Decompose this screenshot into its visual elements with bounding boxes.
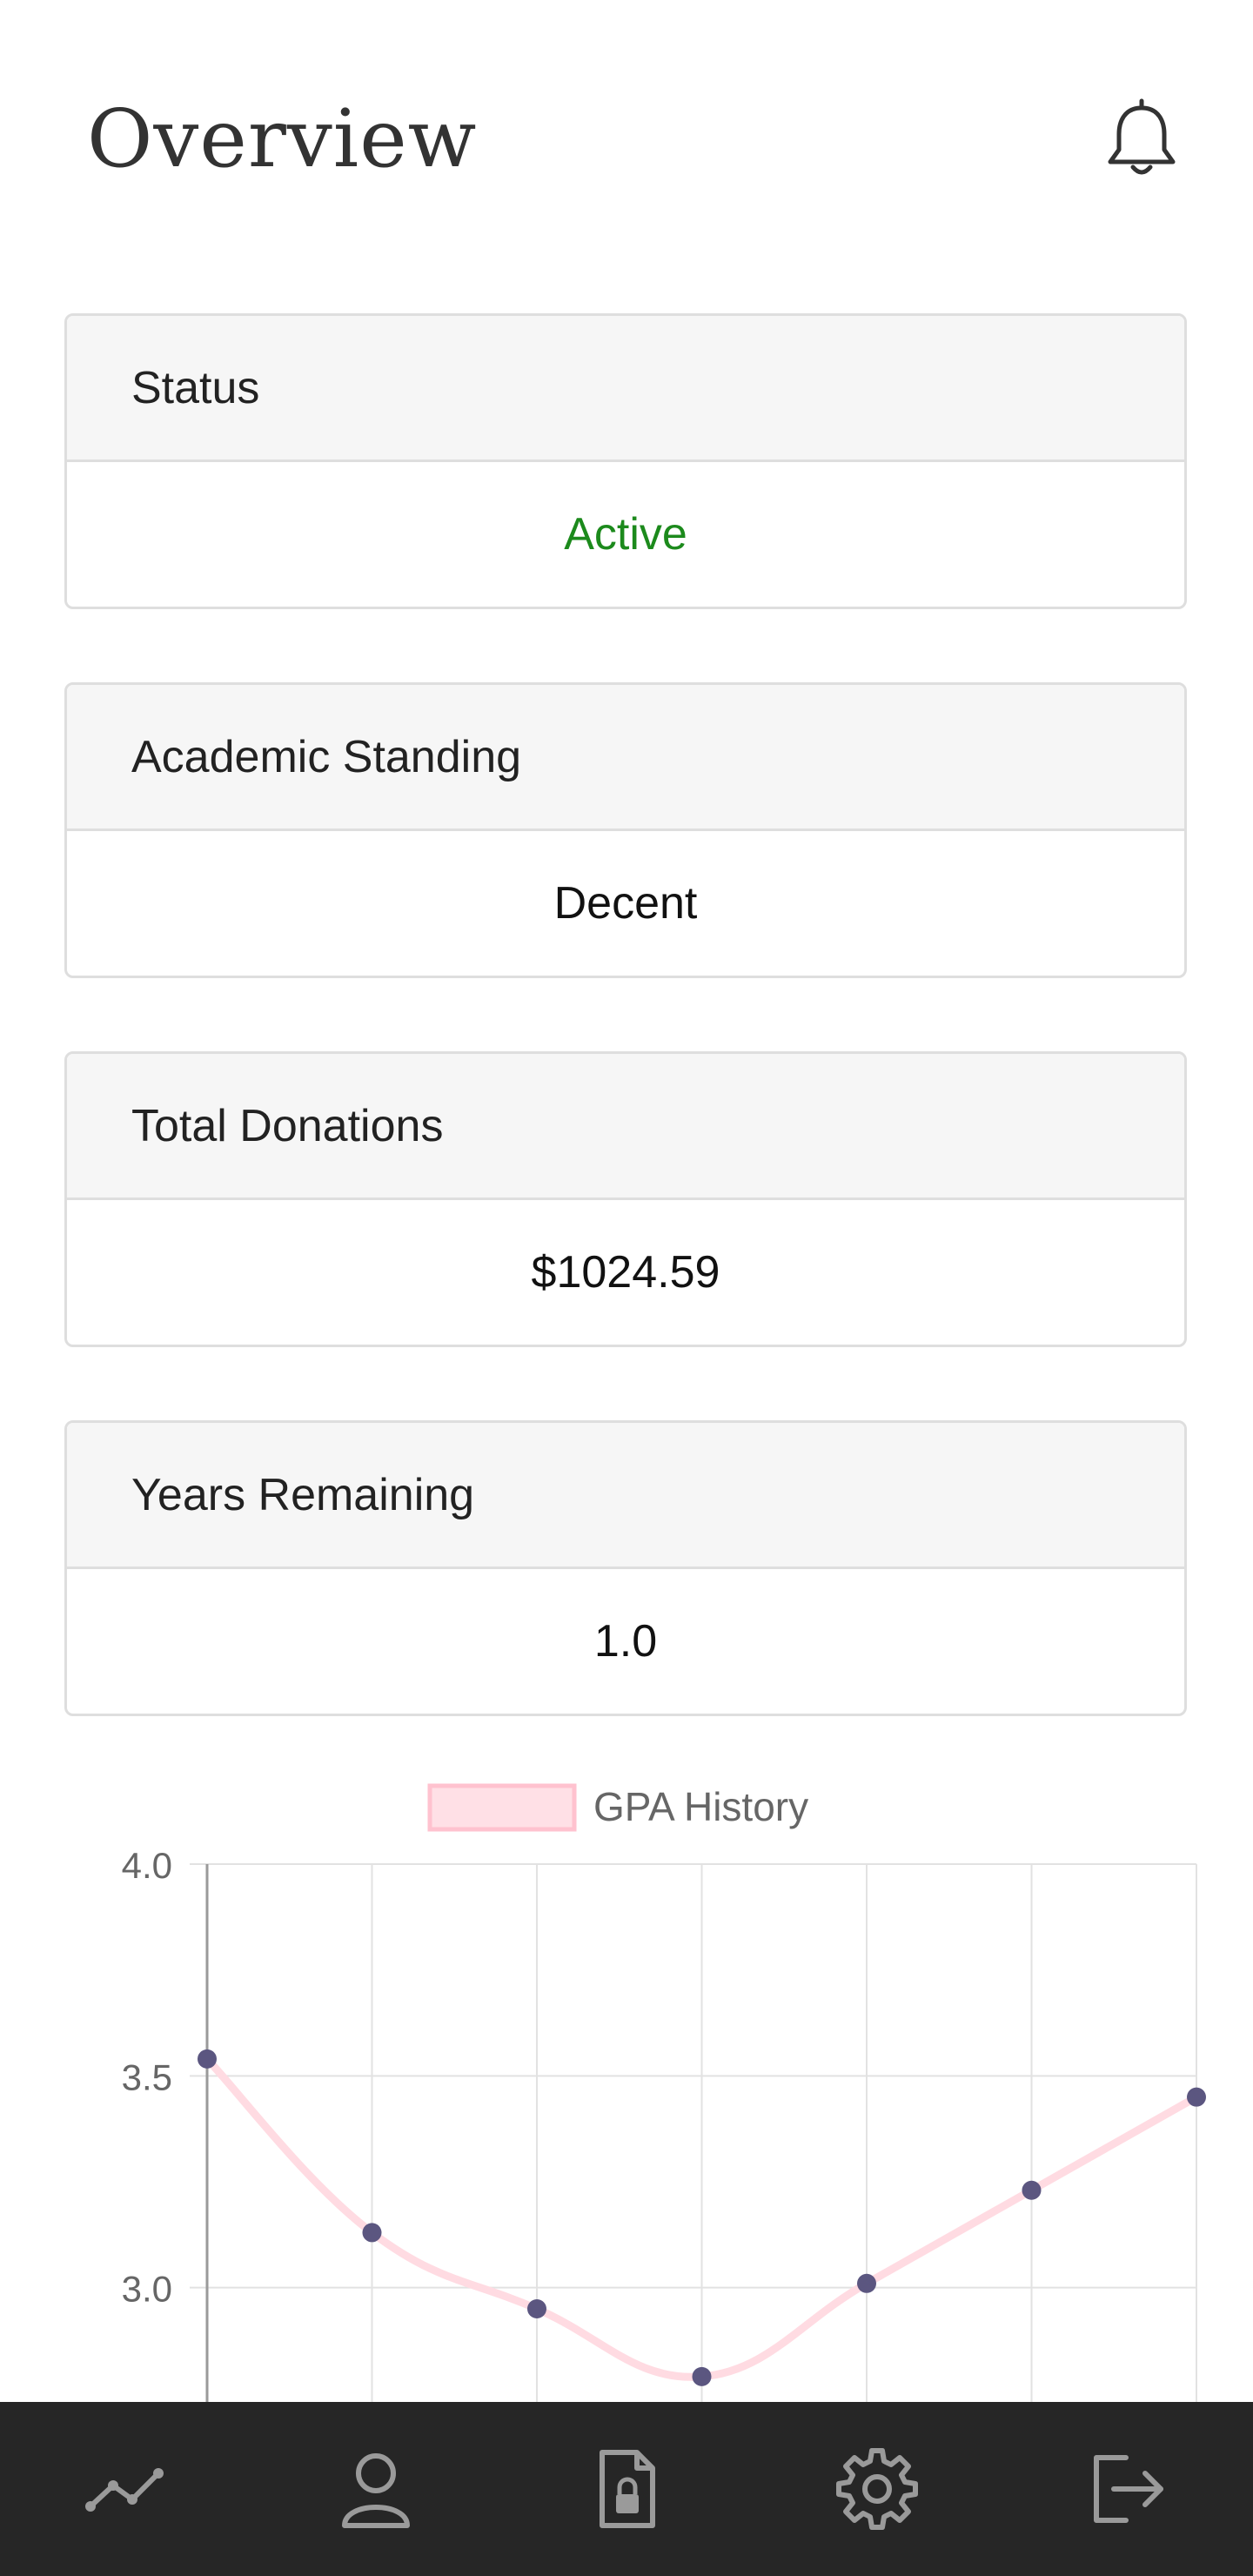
status-value: Active <box>564 509 687 560</box>
years-remaining-card: Years Remaining 1.0 <box>64 1420 1187 1716</box>
y-tick-label: 3.0 <box>122 2269 172 2310</box>
legend-label: GPA History <box>593 1784 808 1829</box>
nav-settings[interactable] <box>825 2437 929 2541</box>
years-remaining-value: 1.0 <box>593 1616 658 1667</box>
logout-icon <box>1094 2455 1163 2523</box>
chart-line-icon <box>85 2468 164 2512</box>
nav-profile[interactable] <box>324 2437 428 2541</box>
card-label: Total Donations <box>67 1054 1184 1200</box>
academic-standing-value: Decent <box>553 878 698 929</box>
nav-documents[interactable] <box>574 2437 679 2541</box>
y-tick-label: 4.0 <box>122 1845 172 1886</box>
gpa-chart: GPA History4.03.53.02.5 <box>0 1767 1253 2521</box>
header: Overview <box>0 0 1253 278</box>
nav-logout[interactable] <box>1075 2437 1180 2541</box>
gpa-data-point <box>362 2223 382 2243</box>
total-donations-value: $1024.59 <box>531 1247 720 1298</box>
status-card: Status Active <box>64 313 1187 609</box>
card-label: Years Remaining <box>67 1423 1184 1569</box>
gpa-data-point <box>1022 2180 1042 2200</box>
card-label: Academic Standing <box>67 685 1184 831</box>
gear-icon <box>836 2448 918 2530</box>
gpa-data-point <box>198 2049 217 2069</box>
gpa-data-point <box>692 2366 712 2386</box>
gpa-data-point <box>1187 2087 1206 2107</box>
gpa-data-point <box>857 2273 876 2293</box>
lock-document-icon <box>600 2450 655 2528</box>
legend-swatch <box>427 1783 577 1832</box>
nav-analytics[interactable] <box>73 2437 178 2541</box>
total-donations-card: Total Donations $1024.59 <box>64 1051 1187 1347</box>
user-icon <box>342 2453 410 2528</box>
bell-icon[interactable] <box>1098 96 1185 183</box>
card-label: Status <box>67 316 1184 462</box>
academic-standing-card: Academic Standing Decent <box>64 682 1187 978</box>
bottom-nav <box>0 2402 1253 2576</box>
gpa-data-point <box>527 2299 546 2318</box>
y-tick-label: 3.5 <box>122 2056 172 2097</box>
gpa-chart-svg: GPA History4.03.53.02.5 <box>122 1783 1206 2521</box>
page-title: Overview <box>87 92 478 185</box>
